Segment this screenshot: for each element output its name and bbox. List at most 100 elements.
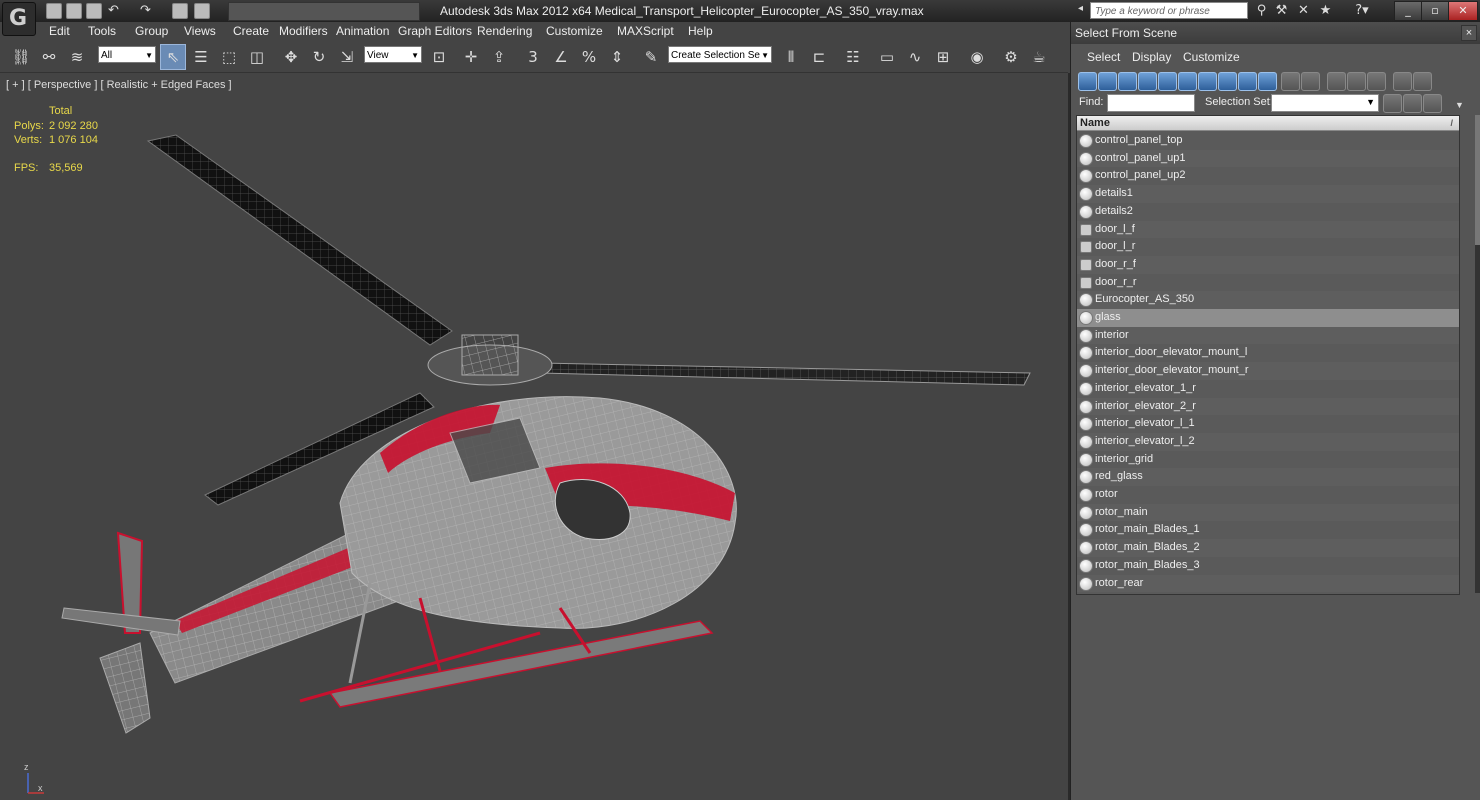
keyboard-shortcut-override-icon[interactable]: ⇪ [486,44,512,70]
helicopter-wireframe-model[interactable]: z x [0,73,1068,800]
filter-frozen-icon[interactable] [1281,72,1300,91]
hold-icon[interactable] [172,3,188,19]
menu-modifiers[interactable]: Modifiers [279,24,328,38]
filter-bones-icon[interactable] [1238,72,1257,91]
panel-options-chevron-icon[interactable]: ▼ [1455,100,1464,110]
list-item[interactable]: interior_elevator_1_r [1077,380,1459,398]
filter-cameras-icon[interactable] [1138,72,1157,91]
align-icon[interactable]: ⊏ [806,44,832,70]
search-toggle-icon[interactable]: ◂ [1078,3,1088,17]
reference-coordinate-dropdown[interactable]: View ▼ [364,46,422,63]
list-item[interactable]: door_l_f [1077,220,1459,239]
pivot-center-icon[interactable]: ⊡ [426,44,452,70]
list-item[interactable]: interior_door_elevator_mount_r [1077,362,1459,380]
menu-help[interactable]: Help [688,24,713,38]
menu-views[interactable]: Views [184,24,216,38]
app-logo-button[interactable]: G [2,2,36,36]
filter-funnel-icon[interactable] [1393,72,1412,91]
menu-customize[interactable]: Customize [546,24,603,38]
selection-filter-dropdown[interactable]: All ▼ [98,46,156,63]
filter-lights-icon[interactable] [1118,72,1137,91]
window-crossing-icon[interactable]: ◫ [244,44,270,70]
menu-graph-editors[interactable]: Graph Editors [398,24,472,38]
menu-group[interactable]: Group [135,24,168,38]
menu-edit[interactable]: Edit [49,24,70,38]
dialog-title[interactable]: Select From Scene [1071,22,1480,44]
graphite-ribbon-icon[interactable]: ▭ [874,44,900,70]
favorites-star-icon[interactable]: ★ [1318,3,1333,18]
list-header-name[interactable]: Name / [1077,116,1459,131]
menu-rendering[interactable]: Rendering [477,24,532,38]
open-file-icon[interactable] [66,3,82,19]
render-frame-icon[interactable]: ☕ [1026,44,1052,70]
close-button[interactable]: ✕ [1448,1,1478,21]
list-item[interactable]: Eurocopter_AS_350 [1077,291,1459,309]
spinner-snap-icon[interactable]: ⇕ [604,44,630,70]
material-editor-icon[interactable]: ◉ [964,44,990,70]
filter-xrefs-icon[interactable] [1218,72,1237,91]
list-item[interactable]: interior_door_elevator_mount_l [1077,344,1459,362]
list-item[interactable]: control_panel_up2 [1077,167,1459,185]
project-folder-icon[interactable] [194,3,210,19]
select-invert-icon[interactable] [1367,72,1386,91]
list-item[interactable]: rotor_main_Blades_3 [1077,557,1459,575]
panel-menu-select[interactable]: Select [1087,50,1120,64]
filter-groups-icon[interactable] [1198,72,1217,91]
binoculars-icon[interactable]: ⚲ [1254,3,1269,18]
angle-snap-icon[interactable]: ∠ [548,44,574,70]
scene-object-list[interactable]: Name / control_panel_top control_panel_up1… [1076,115,1460,595]
panel-menu-display[interactable]: Display [1132,50,1171,64]
bind-space-warp-icon[interactable]: ≋ [64,44,90,70]
select-and-link-icon[interactable]: ⛓ [8,44,34,70]
named-selection-set-dropdown[interactable]: Create Selection Se ▼ [668,46,772,63]
render-setup-icon[interactable]: ⚙ [998,44,1024,70]
undo-icon[interactable]: ↶ [106,3,121,18]
mirror-icon[interactable]: ⫴ [778,44,804,70]
list-item[interactable]: door_r_r [1077,274,1459,292]
redo-icon[interactable]: ↷ [138,3,153,18]
scale-icon[interactable]: ⇲ [334,44,360,70]
menu-create[interactable]: Create [233,24,269,38]
perspective-viewport[interactable]: [ + ] [ Perspective ] [ Realistic + Edge… [0,73,1068,800]
filter-helpers-icon[interactable] [1158,72,1177,91]
list-item[interactable]: details2 [1077,203,1459,221]
display-children-icon[interactable] [1423,94,1442,113]
hierarchy-expand-icon[interactable] [1383,94,1402,113]
help-icon[interactable]: ?▾ [1348,3,1376,18]
filter-shapes-icon[interactable] [1098,72,1117,91]
menu-animation[interactable]: Animation [336,24,389,38]
subscription-icon[interactable]: ⚒ [1274,3,1289,18]
rectangular-selection-icon[interactable]: ⬚ [216,44,242,70]
list-item[interactable]: control_panel_top [1077,132,1459,150]
select-all-icon[interactable] [1327,72,1346,91]
list-item[interactable]: rotor_main_Blades_2 [1077,539,1459,557]
rotate-icon[interactable]: ↻ [306,44,332,70]
unlink-icon[interactable]: ⚯ [36,44,62,70]
schematic-view-icon[interactable]: ⊞ [930,44,956,70]
panel-menu-customize[interactable]: Customize [1183,50,1240,64]
list-scrollbar-thumb[interactable] [1475,115,1480,245]
snaps-toggle-icon[interactable]: 3 [520,44,546,70]
select-object-icon[interactable]: ⇖ [160,44,186,70]
filter-geometry-icon[interactable] [1078,72,1097,91]
filter-settings-icon[interactable] [1413,72,1432,91]
find-input[interactable] [1107,94,1195,112]
list-item[interactable]: door_l_r [1077,238,1459,256]
select-by-name-icon[interactable]: ☰ [188,44,214,70]
filter-space-warps-icon[interactable] [1178,72,1197,91]
list-item[interactable]: interior_elevator_l_2 [1077,432,1459,451]
list-item[interactable]: rotor_rear [1077,574,1459,593]
move-icon[interactable]: ✥ [278,44,304,70]
layer-manager-icon[interactable]: ☷ [840,44,866,70]
list-item[interactable]: interior_grid [1077,451,1459,469]
list-item[interactable]: details1 [1077,185,1459,203]
maximize-button[interactable]: ▫ [1421,1,1449,21]
list-item[interactable]: rotor_main [1077,503,1459,522]
save-file-icon[interactable] [86,3,102,19]
select-manipulate-icon[interactable]: ✛ [458,44,484,70]
workspace-field[interactable] [228,2,420,21]
list-item[interactable]: glass [1077,309,1459,327]
menu-tools[interactable]: Tools [88,24,116,38]
menu-maxscript[interactable]: MAXScript [617,24,674,38]
percent-snap-icon[interactable]: % [576,44,602,70]
